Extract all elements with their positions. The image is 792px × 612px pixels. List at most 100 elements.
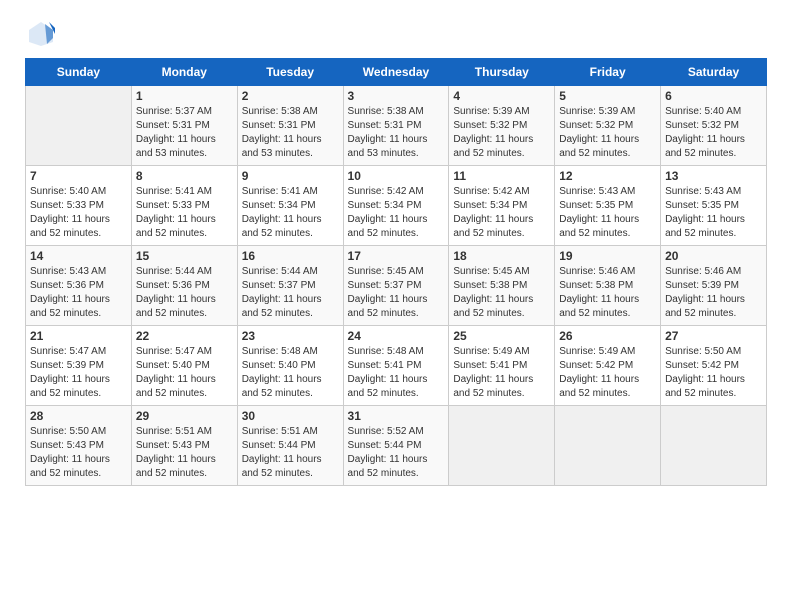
day-number: 9 bbox=[242, 169, 339, 183]
calendar-day-cell: 18Sunrise: 5:45 AMSunset: 5:38 PMDayligh… bbox=[449, 246, 555, 326]
day-number: 25 bbox=[453, 329, 550, 343]
day-number: 8 bbox=[136, 169, 233, 183]
day-number: 12 bbox=[559, 169, 656, 183]
day-info: Sunrise: 5:45 AMSunset: 5:38 PMDaylight:… bbox=[453, 265, 550, 321]
day-info: Sunrise: 5:50 AMSunset: 5:43 PMDaylight:… bbox=[30, 425, 127, 481]
calendar-day-cell: 10Sunrise: 5:42 AMSunset: 5:34 PMDayligh… bbox=[343, 166, 449, 246]
day-info: Sunrise: 5:43 AMSunset: 5:35 PMDaylight:… bbox=[665, 185, 762, 241]
day-info: Sunrise: 5:41 AMSunset: 5:34 PMDaylight:… bbox=[242, 185, 339, 241]
day-number: 30 bbox=[242, 409, 339, 423]
day-number: 27 bbox=[665, 329, 762, 343]
calendar-day-cell: 13Sunrise: 5:43 AMSunset: 5:35 PMDayligh… bbox=[661, 166, 767, 246]
weekday-header-cell: Saturday bbox=[661, 59, 767, 86]
calendar-day-cell: 12 Sunrise: 5:43 AMSunset: 5:35 PMDayligh… bbox=[555, 166, 661, 246]
day-info: Sunrise: 5:40 AMSunset: 5:33 PMDaylight:… bbox=[30, 185, 127, 241]
day-number: 26 bbox=[559, 329, 656, 343]
calendar-day-cell: 8 Sunrise: 5:41 AMSunset: 5:33 PMDaylight… bbox=[131, 166, 237, 246]
calendar-day-cell: 1 Sunrise: 5:37 AMSunset: 5:31 PMDaylight… bbox=[131, 86, 237, 166]
calendar-day-cell: 23 Sunrise: 5:48 AMSunset: 5:40 PMDayligh… bbox=[237, 326, 343, 406]
calendar-day-cell bbox=[661, 406, 767, 486]
day-number: 21 bbox=[30, 329, 127, 343]
weekday-header-cell: Sunday bbox=[26, 59, 132, 86]
calendar-week-row: 7Sunrise: 5:40 AMSunset: 5:33 PMDaylight… bbox=[26, 166, 767, 246]
day-number: 6 bbox=[665, 89, 762, 103]
day-number: 2 bbox=[242, 89, 339, 103]
calendar-body: 1 Sunrise: 5:37 AMSunset: 5:31 PMDaylight… bbox=[26, 86, 767, 486]
day-info: Sunrise: 5:47 AMSunset: 5:39 PMDaylight:… bbox=[30, 345, 127, 401]
weekday-header-cell: Friday bbox=[555, 59, 661, 86]
day-info: Sunrise: 5:51 AMSunset: 5:43 PMDaylight:… bbox=[136, 425, 233, 481]
day-info: Sunrise: 5:43 AMSunset: 5:36 PMDaylight:… bbox=[30, 265, 127, 321]
day-number: 14 bbox=[30, 249, 127, 263]
day-number: 22 bbox=[136, 329, 233, 343]
logo bbox=[25, 20, 55, 48]
weekday-header-cell: Tuesday bbox=[237, 59, 343, 86]
day-number: 31 bbox=[348, 409, 445, 423]
page-header bbox=[25, 20, 767, 48]
day-number: 4 bbox=[453, 89, 550, 103]
calendar-day-cell bbox=[26, 86, 132, 166]
weekday-header-cell: Thursday bbox=[449, 59, 555, 86]
day-info: Sunrise: 5:46 AMSunset: 5:38 PMDaylight:… bbox=[559, 265, 656, 321]
day-info: Sunrise: 5:42 AMSunset: 5:34 PMDaylight:… bbox=[348, 185, 445, 241]
calendar-week-row: 21 Sunrise: 5:47 AMSunset: 5:39 PMDayligh… bbox=[26, 326, 767, 406]
calendar-table: SundayMondayTuesdayWednesdayThursdayFrid… bbox=[25, 58, 767, 486]
day-info: Sunrise: 5:48 AMSunset: 5:40 PMDaylight:… bbox=[242, 345, 339, 401]
day-info: Sunrise: 5:49 AMSunset: 5:42 PMDaylight:… bbox=[559, 345, 656, 401]
day-number: 19 bbox=[559, 249, 656, 263]
calendar-day-cell bbox=[555, 406, 661, 486]
day-info: Sunrise: 5:43 AMSunset: 5:35 PMDaylight:… bbox=[559, 185, 656, 241]
day-info: Sunrise: 5:45 AMSunset: 5:37 PMDaylight:… bbox=[348, 265, 445, 321]
day-number: 11 bbox=[453, 169, 550, 183]
calendar-day-cell: 5 Sunrise: 5:39 AMSunset: 5:32 PMDaylight… bbox=[555, 86, 661, 166]
calendar-day-cell: 24 Sunrise: 5:48 AMSunset: 5:41 PMDayligh… bbox=[343, 326, 449, 406]
calendar-day-cell: 21 Sunrise: 5:47 AMSunset: 5:39 PMDayligh… bbox=[26, 326, 132, 406]
calendar-week-row: 1 Sunrise: 5:37 AMSunset: 5:31 PMDaylight… bbox=[26, 86, 767, 166]
day-number: 20 bbox=[665, 249, 762, 263]
day-number: 16 bbox=[242, 249, 339, 263]
calendar-day-cell: 19 Sunrise: 5:46 AMSunset: 5:38 PMDayligh… bbox=[555, 246, 661, 326]
calendar-day-cell: 15Sunrise: 5:44 AMSunset: 5:36 PMDayligh… bbox=[131, 246, 237, 326]
day-info: Sunrise: 5:46 AMSunset: 5:39 PMDaylight:… bbox=[665, 265, 762, 321]
day-info: Sunrise: 5:42 AMSunset: 5:34 PMDaylight:… bbox=[453, 185, 550, 241]
day-info: Sunrise: 5:41 AMSunset: 5:33 PMDaylight:… bbox=[136, 185, 233, 241]
day-info: Sunrise: 5:48 AMSunset: 5:41 PMDaylight:… bbox=[348, 345, 445, 401]
calendar-day-cell: 31 Sunrise: 5:52 AMSunset: 5:44 PMDayligh… bbox=[343, 406, 449, 486]
day-info: Sunrise: 5:47 AMSunset: 5:40 PMDaylight:… bbox=[136, 345, 233, 401]
calendar-day-cell: 17 Sunrise: 5:45 AMSunset: 5:37 PMDayligh… bbox=[343, 246, 449, 326]
day-info: Sunrise: 5:39 AMSunset: 5:32 PMDaylight:… bbox=[453, 105, 550, 161]
calendar-day-cell: 27 Sunrise: 5:50 AMSunset: 5:42 PMDayligh… bbox=[661, 326, 767, 406]
calendar-day-cell: 26 Sunrise: 5:49 AMSunset: 5:42 PMDayligh… bbox=[555, 326, 661, 406]
day-info: Sunrise: 5:52 AMSunset: 5:44 PMDaylight:… bbox=[348, 425, 445, 481]
weekday-header-row: SundayMondayTuesdayWednesdayThursdayFrid… bbox=[26, 59, 767, 86]
calendar-day-cell: 30Sunrise: 5:51 AMSunset: 5:44 PMDayligh… bbox=[237, 406, 343, 486]
day-info: Sunrise: 5:50 AMSunset: 5:42 PMDaylight:… bbox=[665, 345, 762, 401]
day-number: 5 bbox=[559, 89, 656, 103]
calendar-day-cell: 9 Sunrise: 5:41 AMSunset: 5:34 PMDaylight… bbox=[237, 166, 343, 246]
calendar-day-cell: 11 Sunrise: 5:42 AMSunset: 5:34 PMDayligh… bbox=[449, 166, 555, 246]
day-number: 23 bbox=[242, 329, 339, 343]
day-number: 3 bbox=[348, 89, 445, 103]
calendar-day-cell: 7Sunrise: 5:40 AMSunset: 5:33 PMDaylight… bbox=[26, 166, 132, 246]
day-number: 17 bbox=[348, 249, 445, 263]
day-number: 24 bbox=[348, 329, 445, 343]
calendar-day-cell: 16Sunrise: 5:44 AMSunset: 5:37 PMDayligh… bbox=[237, 246, 343, 326]
day-number: 15 bbox=[136, 249, 233, 263]
day-number: 1 bbox=[136, 89, 233, 103]
calendar-day-cell: 6Sunrise: 5:40 AMSunset: 5:32 PMDaylight… bbox=[661, 86, 767, 166]
calendar-day-cell: 14 Sunrise: 5:43 AMSunset: 5:36 PMDayligh… bbox=[26, 246, 132, 326]
logo-icon bbox=[27, 20, 55, 48]
calendar-day-cell bbox=[449, 406, 555, 486]
day-info: Sunrise: 5:38 AMSunset: 5:31 PMDaylight:… bbox=[348, 105, 445, 161]
calendar-day-cell: 3 Sunrise: 5:38 AMSunset: 5:31 PMDaylight… bbox=[343, 86, 449, 166]
calendar-day-cell: 2 Sunrise: 5:38 AMSunset: 5:31 PMDaylight… bbox=[237, 86, 343, 166]
weekday-header-cell: Monday bbox=[131, 59, 237, 86]
day-number: 28 bbox=[30, 409, 127, 423]
calendar-week-row: 14 Sunrise: 5:43 AMSunset: 5:36 PMDayligh… bbox=[26, 246, 767, 326]
day-info: Sunrise: 5:38 AMSunset: 5:31 PMDaylight:… bbox=[242, 105, 339, 161]
day-number: 29 bbox=[136, 409, 233, 423]
calendar-week-row: 28 Sunrise: 5:50 AMSunset: 5:43 PMDayligh… bbox=[26, 406, 767, 486]
day-info: Sunrise: 5:39 AMSunset: 5:32 PMDaylight:… bbox=[559, 105, 656, 161]
day-info: Sunrise: 5:37 AMSunset: 5:31 PMDaylight:… bbox=[136, 105, 233, 161]
calendar-day-cell: 25Sunrise: 5:49 AMSunset: 5:41 PMDayligh… bbox=[449, 326, 555, 406]
